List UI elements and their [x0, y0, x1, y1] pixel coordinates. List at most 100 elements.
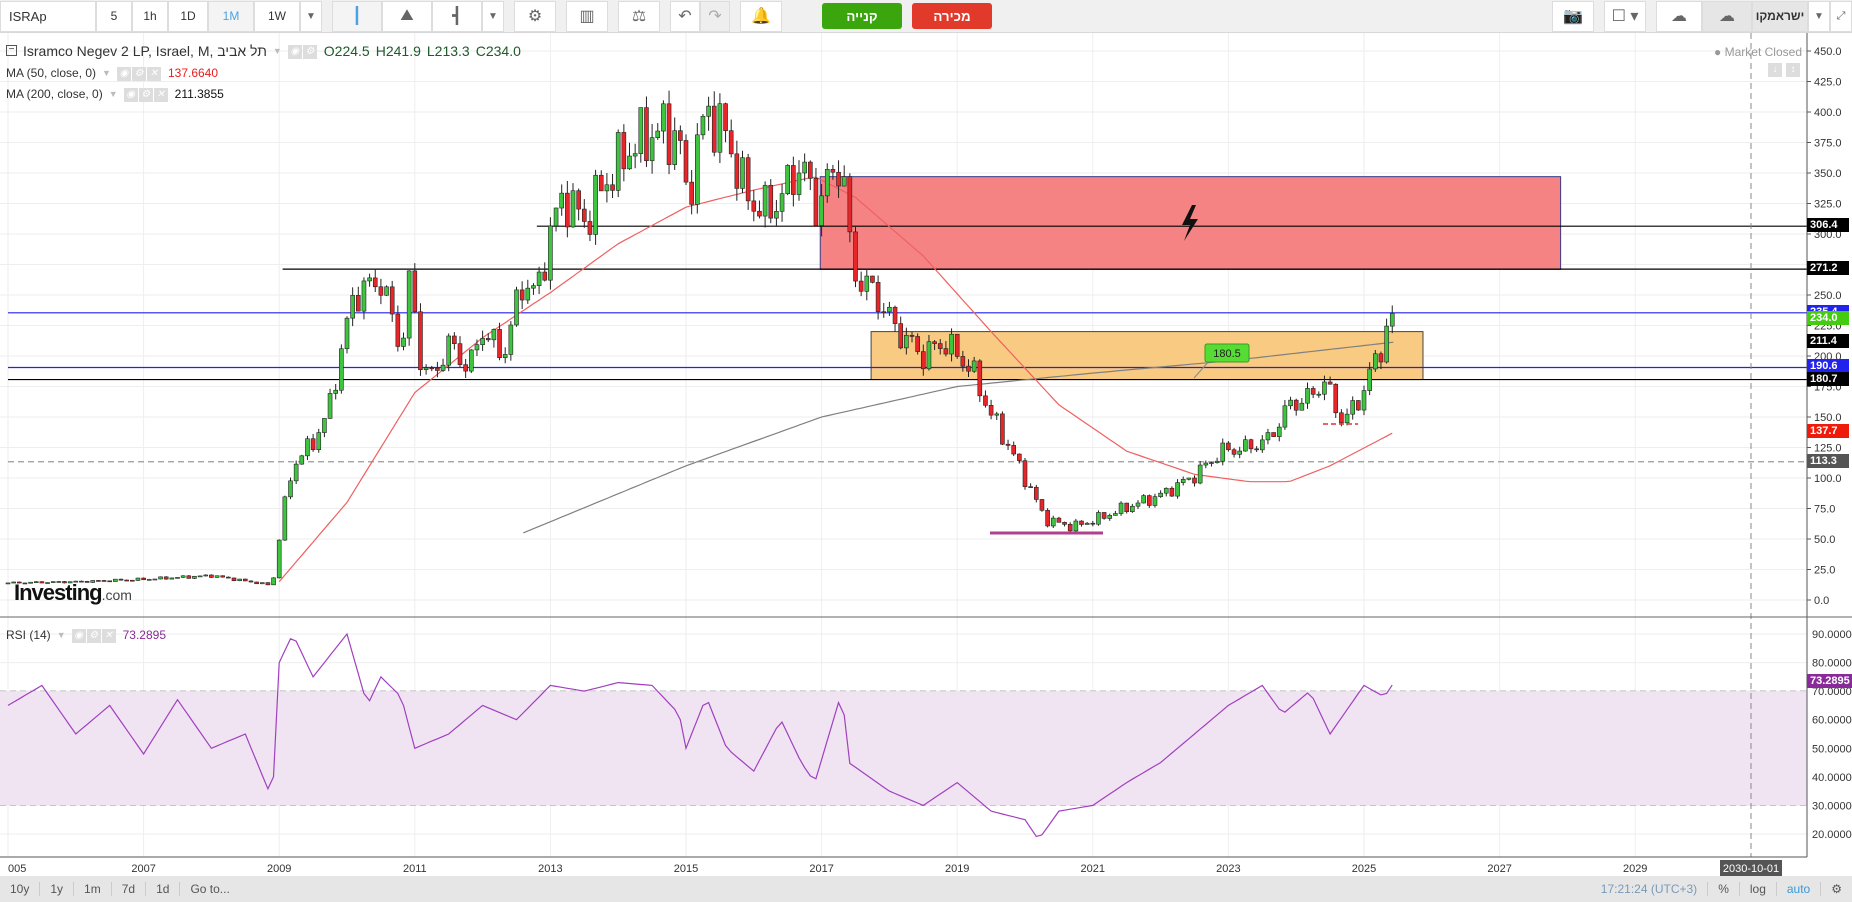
interval-5[interactable]: 5	[96, 0, 132, 32]
candle	[1073, 520, 1079, 532]
candle	[305, 438, 310, 457]
settings-icon[interactable]: ⚙	[302, 45, 317, 59]
market-status: ● Market Closed	[1714, 45, 1802, 59]
interval-1h[interactable]: 1h	[132, 0, 168, 32]
candle	[536, 271, 542, 286]
interval-1w[interactable]: 1W	[254, 0, 300, 32]
candle	[762, 184, 768, 217]
range-1m[interactable]: 1m	[74, 882, 112, 896]
price-chart[interactable]: 180.5 450.0425.0400.0375.0350.0325.0300.…	[0, 0, 1852, 902]
price-tick: 400.0	[1814, 107, 1842, 119]
candle	[1220, 442, 1226, 462]
legend-dropdown-icon[interactable]: ▼	[273, 46, 282, 56]
indicators-icon[interactable]: ▥	[566, 0, 608, 32]
candle	[847, 176, 853, 233]
log-toggle[interactable]: log	[1740, 882, 1777, 896]
time-tick: 2021	[1081, 863, 1105, 875]
candle	[768, 184, 774, 219]
ma50-dropdown-icon[interactable]: ▼	[102, 68, 111, 78]
candle	[1147, 495, 1152, 506]
candle	[1322, 381, 1327, 395]
close-icon[interactable]: ✕	[146, 67, 161, 81]
time-tick: 2007	[131, 863, 155, 875]
candle	[497, 329, 502, 358]
candle	[683, 140, 689, 183]
chart-type-dropdown-icon[interactable]: ▼	[482, 0, 504, 32]
candle	[1389, 312, 1395, 327]
range-1y[interactable]: 1y	[40, 882, 75, 896]
area-chart-icon[interactable]: ⛰	[382, 0, 432, 32]
candle	[830, 169, 836, 173]
candle	[1180, 479, 1186, 483]
arrow-down-icon[interactable]: ↓	[1768, 63, 1782, 77]
close-icon[interactable]: ✕	[153, 88, 168, 102]
range-10y[interactable]: 10y	[0, 882, 41, 896]
collapse-icon[interactable]: −	[6, 45, 17, 56]
candle	[610, 184, 615, 191]
eye-icon[interactable]: ◉	[123, 88, 138, 102]
eye-icon[interactable]: ◉	[287, 45, 302, 59]
range-7d[interactable]: 7d	[112, 882, 147, 896]
candle	[485, 338, 491, 341]
candle	[322, 418, 327, 433]
gear-icon[interactable]: ⚙	[1821, 882, 1852, 896]
interval-dropdown-icon[interactable]: ▼	[300, 0, 322, 32]
candle	[717, 103, 723, 153]
eye-icon[interactable]: ◉	[71, 629, 86, 643]
settings-icon[interactable]: ⚙	[86, 629, 101, 643]
candle	[1101, 512, 1107, 519]
arrows-vertical-icon[interactable]: ↕	[1786, 63, 1800, 77]
close-icon[interactable]: ✕	[101, 629, 116, 643]
candle	[1045, 510, 1050, 527]
bars-icon[interactable]: ┫	[432, 0, 482, 32]
candle	[1344, 413, 1350, 424]
candle	[904, 334, 909, 349]
candle	[367, 277, 372, 282]
settings-icon[interactable]: ⚙	[131, 67, 146, 81]
eye-icon[interactable]: ◉	[116, 67, 131, 81]
go-to-date[interactable]: Go to...	[180, 882, 239, 896]
candle	[988, 405, 994, 416]
cloud-upload-icon[interactable]: ☁	[1702, 0, 1752, 32]
candlestick-icon[interactable]: ┃	[332, 0, 382, 32]
candle	[598, 174, 604, 192]
time-tick: 2009	[267, 863, 291, 875]
cloud-download-icon[interactable]: ☁	[1656, 0, 1702, 32]
candle	[672, 130, 678, 165]
rsi-dropdown-icon[interactable]: ▼	[57, 630, 66, 640]
redo-icon[interactable]: ↷	[700, 0, 730, 32]
interval-1m[interactable]: 1M	[208, 0, 254, 32]
interval-1d[interactable]: 1D	[168, 0, 208, 32]
candle	[220, 575, 225, 578]
open-value: O224.5	[323, 42, 370, 59]
price-tick: 450.0	[1814, 46, 1842, 58]
gear-icon[interactable]: ⚙	[514, 0, 556, 32]
price-tick: 375.0	[1814, 138, 1842, 150]
candle	[152, 578, 158, 581]
candle	[1124, 502, 1129, 512]
rsi-tick: 80.0000	[1812, 658, 1852, 670]
instrument-dropdown-icon[interactable]: ▼	[1808, 0, 1830, 32]
candle	[214, 575, 220, 578]
symbol-input[interactable]: ISRAp	[0, 0, 96, 32]
instrument-menu[interactable]: ישראמקו	[1752, 0, 1808, 32]
settings-icon[interactable]: ⚙	[138, 88, 153, 102]
color-picker-icon[interactable]: ☐ ▾	[1604, 0, 1646, 32]
candle	[649, 137, 655, 162]
sell-button[interactable]: מכירה	[912, 3, 992, 29]
fullscreen-icon[interactable]: ⤢	[1830, 0, 1852, 32]
compare-scale-icon[interactable]: ⚖	[618, 0, 660, 32]
candle	[175, 577, 180, 579]
candle	[146, 579, 152, 581]
candle	[344, 317, 350, 350]
buy-button[interactable]: קנייה	[822, 3, 902, 29]
ma200-dropdown-icon[interactable]: ▼	[109, 89, 118, 99]
alert-bell-icon[interactable]: 🔔	[740, 0, 782, 32]
candle	[1327, 381, 1333, 385]
range-1d[interactable]: 1d	[146, 882, 181, 896]
undo-icon[interactable]: ↶	[670, 0, 700, 32]
ma200-value: 211.3855	[174, 86, 224, 101]
auto-toggle[interactable]: auto	[1777, 882, 1822, 896]
camera-icon[interactable]: 📷	[1552, 0, 1594, 32]
percent-toggle[interactable]: %	[1708, 882, 1740, 896]
